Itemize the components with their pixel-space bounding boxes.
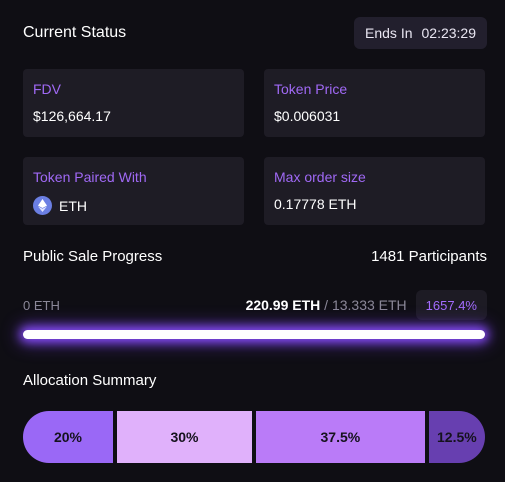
sale-progress-title: Public Sale Progress: [23, 248, 163, 265]
allocation-bar: 20% 30% 37.5% 12.5%: [23, 411, 485, 463]
allocation-segment: 37.5%: [256, 411, 425, 463]
token-price-value: $0.006031: [274, 108, 341, 124]
target-amount: 13.333 ETH: [331, 297, 407, 313]
progress-min-label: 0 ETH: [23, 297, 60, 313]
countdown-time: 02:23:29: [421, 25, 477, 41]
sale-progress-fill: [23, 330, 485, 339]
fdv-value: $126,664.17: [33, 108, 111, 124]
max-order-label: Max order size: [274, 169, 366, 185]
paired-token-value: ETH: [59, 197, 87, 214]
allocation-segment: 20%: [23, 411, 113, 463]
sale-progress-header: Public Sale Progress 1481 Participants: [23, 248, 487, 265]
token-price-label: Token Price: [274, 81, 348, 97]
status-header: Current Status Ends In 02:23:29: [23, 17, 487, 49]
progress-percent-badge: 1657.4%: [415, 290, 487, 320]
allocation-title: Allocation Summary: [23, 372, 157, 389]
fdv-card: FDV $126,664.17: [23, 69, 244, 137]
paired-token-card: Token Paired With ETH: [23, 157, 244, 225]
raised-amount: 220.99 ETH: [245, 297, 321, 313]
amount-separator: /: [324, 297, 329, 313]
token-price-card: Token Price $0.006031: [264, 69, 485, 137]
max-order-value: 0.17778 ETH: [274, 196, 357, 212]
max-order-card: Max order size 0.17778 ETH: [264, 157, 485, 225]
allocation-segment: 30%: [117, 411, 252, 463]
participants-count: 1481 Participants: [371, 248, 487, 265]
paired-token-label: Token Paired With: [33, 169, 147, 185]
fdv-label: FDV: [33, 81, 61, 97]
sale-progress-values: 0 ETH 220.99 ETH / 13.333 ETH 1657.4%: [23, 290, 487, 320]
countdown-label: Ends In: [365, 25, 413, 41]
sale-progress-bar: [23, 330, 485, 339]
page-title: Current Status: [23, 24, 127, 41]
allocation-segment: 12.5%: [428, 411, 485, 463]
eth-icon: [33, 196, 52, 215]
countdown-badge: Ends In 02:23:29: [354, 17, 487, 49]
